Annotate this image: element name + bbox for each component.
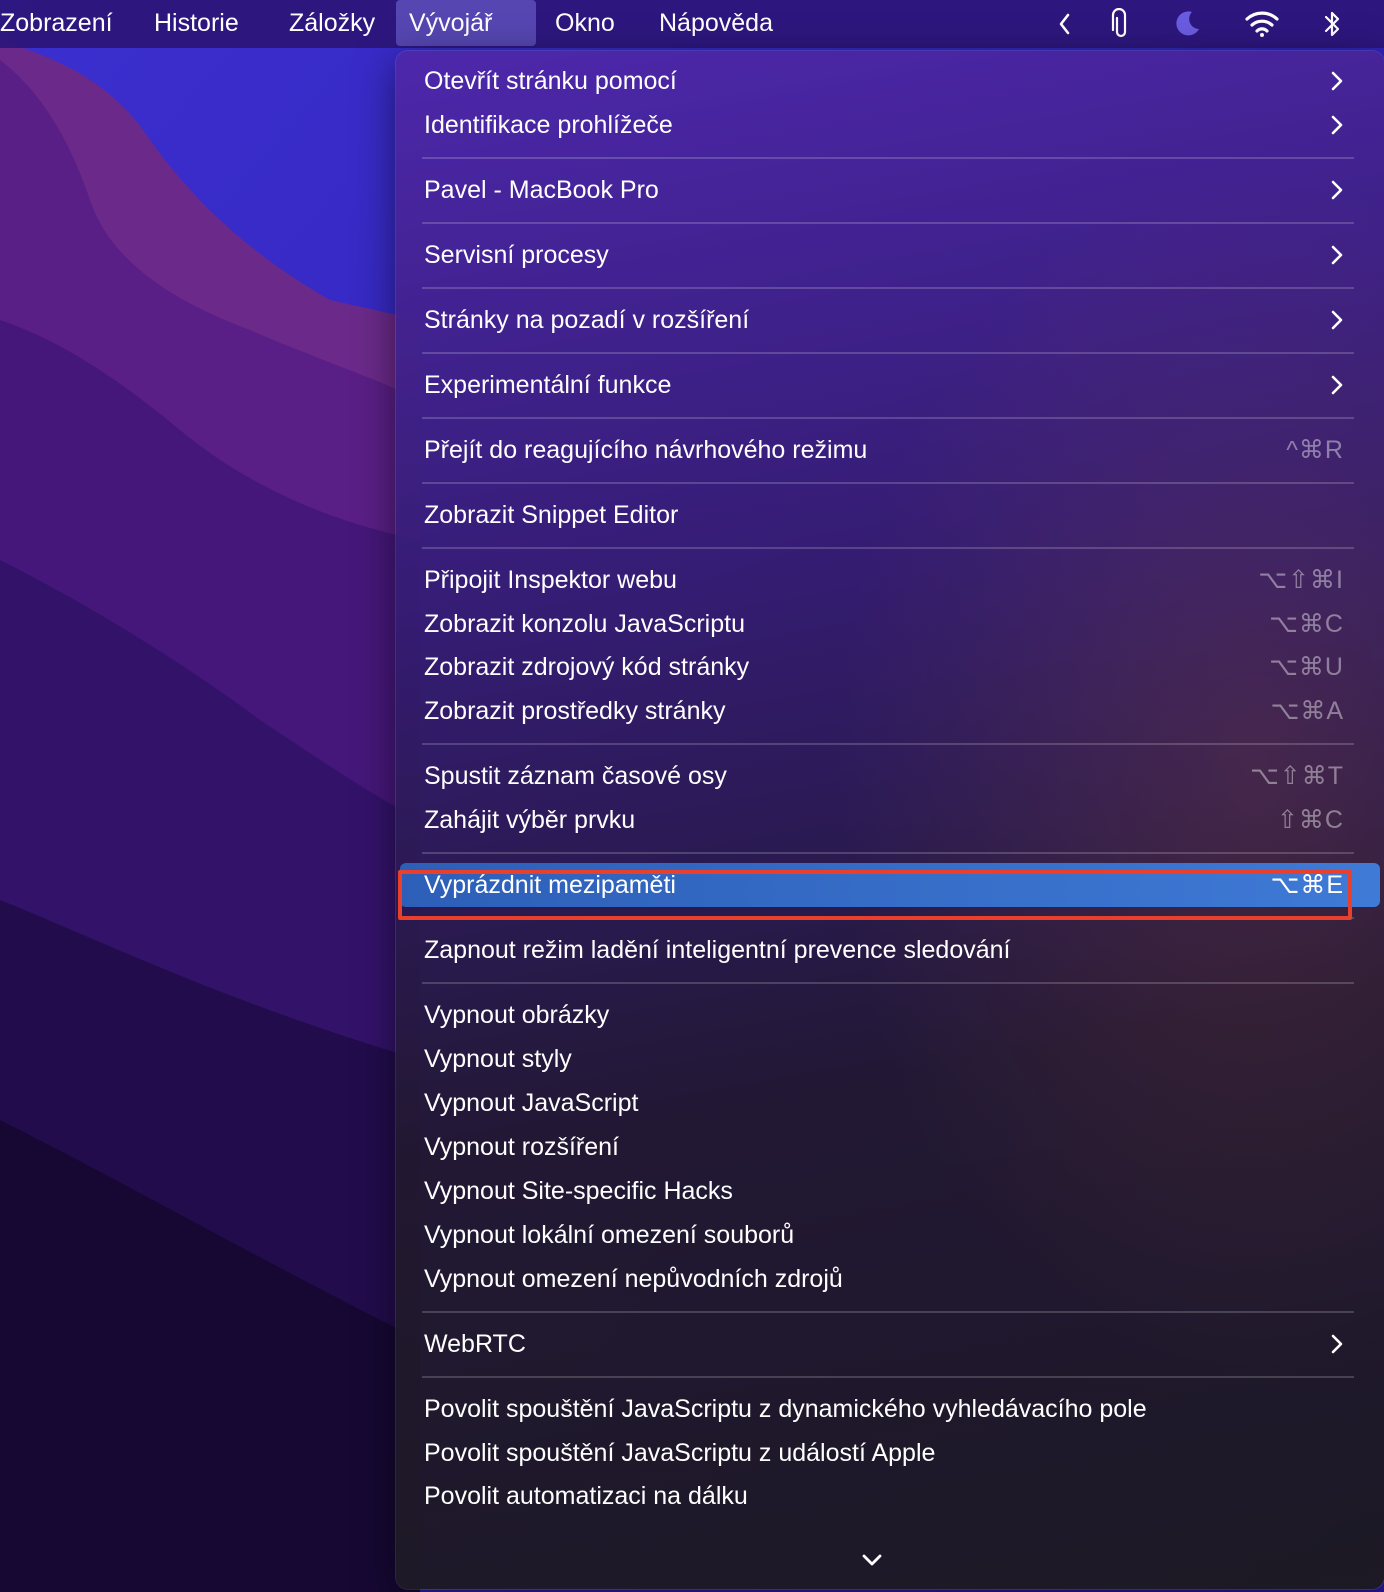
chevron-right-icon [1331, 71, 1343, 91]
keyboard-shortcut: ⌥⌘C [1269, 610, 1344, 638]
menu-item-label: Otevřít stránku pomocí [424, 67, 677, 95]
menu-separator [422, 287, 1354, 289]
menu-item-service-workers[interactable]: Servisní procesy [400, 233, 1380, 277]
chevron-right-icon [1331, 115, 1343, 135]
menubar-item-help[interactable]: Nápověda [646, 0, 786, 46]
menu-item-disable-images[interactable]: Vypnout obrázky [400, 993, 1380, 1037]
menu-item-label: Servisní procesy [424, 241, 609, 269]
menu-item-label: Zobrazit prostředky stránky [424, 697, 726, 725]
menu-item-web-inspector[interactable]: Připojit Inspektor webu ⌥⇧⌘I [400, 558, 1380, 602]
menu-separator [422, 852, 1354, 854]
menu-item-label: Spustit záznam časové osy [424, 762, 727, 790]
menu-item-page-resources[interactable]: Zobrazit prostředky stránky ⌥⌘A [400, 689, 1380, 733]
menu-item-label: Povolit spouštění JavaScriptu z událostí… [424, 1439, 936, 1467]
menu-separator [422, 743, 1354, 745]
menu-item-allow-js-smart-search[interactable]: Povolit spouštění JavaScriptu z dynamick… [400, 1387, 1380, 1431]
menu-item-label: Přejít do reagujícího návrhového režimu [424, 436, 868, 464]
menu-item-disable-local-file-restrictions[interactable]: Vypnout lokální omezení souborů [400, 1213, 1380, 1257]
menu-item-label: Zobrazit Snippet Editor [424, 501, 679, 529]
menu-item-open-page-with[interactable]: Otevřít stránku pomocí [400, 59, 1380, 103]
menu-item-label: Vypnout styly [424, 1045, 572, 1073]
menu-item-label: Vypnout omezení nepůvodních zdrojů [424, 1265, 843, 1293]
menu-item-timeline-recording[interactable]: Spustit záznam časové osy ⌥⇧⌘T [400, 754, 1380, 798]
menu-item-user-agent[interactable]: Identifikace prohlížeče [400, 103, 1380, 147]
menu-item-label: Pavel - MacBook Pro [424, 176, 659, 204]
menu-item-label: Vypnout lokální omezení souborů [424, 1221, 795, 1249]
menu-item-label: Zobrazit konzolu JavaScriptu [424, 610, 745, 638]
keyboard-shortcut: ⌥⌘A [1270, 697, 1344, 725]
menu-item-label: Připojit Inspektor webu [424, 566, 677, 594]
keyboard-shortcut: ⌥⇧⌘T [1249, 762, 1344, 790]
menu-item-page-source[interactable]: Zobrazit zdrojový kód stránky ⌥⌘U [400, 645, 1380, 689]
menu-item-extension-background-pages[interactable]: Stránky na pozadí v rozšíření [400, 298, 1380, 342]
menu-item-disable-styles[interactable]: Vypnout styly [400, 1037, 1380, 1081]
menu-item-label: Zapnout režim ladění inteligentní preven… [424, 936, 1011, 964]
menubar-item-view[interactable]: Zobrazení [0, 0, 126, 46]
menu-item-allow-js-apple-events[interactable]: Povolit spouštění JavaScriptu z událostí… [400, 1431, 1380, 1475]
chevron-right-icon [1331, 180, 1343, 200]
menu-item-disable-javascript[interactable]: Vypnout JavaScript [400, 1081, 1380, 1125]
keyboard-shortcut: ^⌘R [1286, 436, 1344, 464]
menubar-item-window[interactable]: Okno [542, 0, 628, 46]
menu-item-label: WebRTC [424, 1330, 526, 1358]
menu-item-webrtc[interactable]: WebRTC [400, 1322, 1380, 1366]
menu-separator [422, 1311, 1354, 1313]
wifi-icon[interactable] [1244, 0, 1280, 48]
menu-separator [422, 157, 1354, 159]
menu-item-experimental-features[interactable]: Experimentální funkce [400, 363, 1380, 407]
menu-separator [422, 547, 1354, 549]
chevron-right-icon [1331, 1334, 1343, 1354]
keyboard-shortcut: ⌥⇧⌘I [1258, 566, 1344, 594]
chevron-right-icon [1331, 375, 1343, 395]
menu-item-label: Zobrazit zdrojový kód stránky [424, 653, 750, 681]
menu-item-label: Vypnout JavaScript [424, 1089, 639, 1117]
paperclip-icon[interactable] [1108, 0, 1134, 48]
menu-item-label: Vypnout Site-specific Hacks [424, 1177, 733, 1205]
menu-item-disable-extensions[interactable]: Vypnout rozšíření [400, 1125, 1380, 1169]
chevron-right-icon [1331, 245, 1343, 265]
menu-item-label: Experimentální funkce [424, 371, 672, 399]
menu-item-label: Vypnout obrázky [424, 1001, 610, 1029]
menu-separator [422, 417, 1354, 419]
menu-bar: Zobrazení Historie Záložky Vývojář Okno … [0, 0, 1384, 48]
menu-separator [422, 482, 1354, 484]
menu-separator [422, 1376, 1354, 1378]
chevron-right-icon [1331, 310, 1343, 330]
menu-item-allow-remote-automation[interactable]: Povolit automatizaci na dálku [400, 1474, 1380, 1518]
menu-item-snippet-editor[interactable]: Zobrazit Snippet Editor [400, 493, 1380, 537]
chevron-down-icon[interactable] [860, 1551, 884, 1569]
menubar-item-develop[interactable]: Vývojář [396, 0, 536, 46]
menu-item-label: Povolit spouštění JavaScriptu z dynamick… [424, 1395, 1147, 1423]
menu-item-label: Identifikace prohlížeče [424, 111, 673, 139]
menubar-item-bookmarks[interactable]: Záložky [276, 0, 388, 46]
menu-item-disable-cross-origin-restrictions[interactable]: Vypnout omezení nepůvodních zdrojů [400, 1257, 1380, 1301]
highlight-annotation-outline [398, 870, 1352, 920]
keyboard-shortcut: ⌥⌘U [1269, 653, 1344, 681]
develop-menu: Otevřít stránku pomocí Identifikace proh… [396, 51, 1384, 1589]
menu-item-responsive-design-mode[interactable]: Přejít do reagujícího návrhového režimu … [400, 428, 1380, 472]
menu-item-device[interactable]: Pavel - MacBook Pro [400, 168, 1380, 212]
menu-item-label: Povolit automatizaci na dálku [424, 1482, 748, 1510]
menu-item-itp-debug-mode[interactable]: Zapnout režim ladění inteligentní preven… [400, 928, 1380, 972]
menu-item-disable-site-hacks[interactable]: Vypnout Site-specific Hacks [400, 1169, 1380, 1213]
chevron-left-icon[interactable] [1054, 0, 1074, 48]
menu-item-element-selection[interactable]: Zahájit výběr prvku ⇧⌘C [400, 798, 1380, 842]
menu-item-javascript-console[interactable]: Zobrazit konzolu JavaScriptu ⌥⌘C [400, 602, 1380, 646]
moon-icon[interactable] [1170, 0, 1204, 48]
keyboard-shortcut: ⇧⌘C [1276, 806, 1344, 834]
menu-separator [422, 222, 1354, 224]
menu-item-label: Stránky na pozadí v rozšíření [424, 306, 750, 334]
menubar-item-history[interactable]: Historie [141, 0, 252, 46]
menu-item-label: Zahájit výběr prvku [424, 806, 636, 834]
bluetooth-icon[interactable] [1320, 0, 1344, 48]
menu-item-label: Vypnout rozšíření [424, 1133, 620, 1161]
menu-separator [422, 982, 1354, 984]
menu-separator [422, 352, 1354, 354]
